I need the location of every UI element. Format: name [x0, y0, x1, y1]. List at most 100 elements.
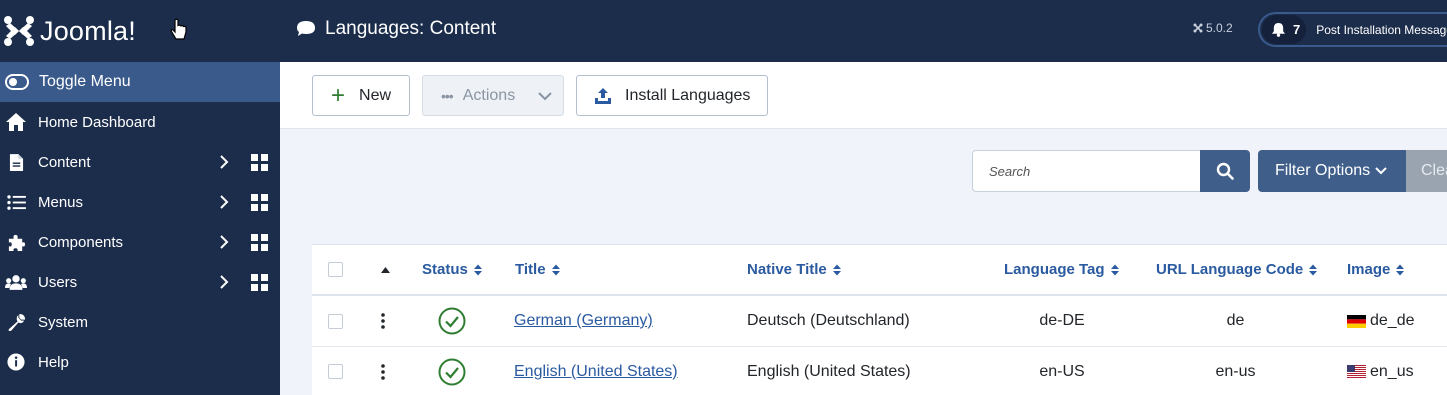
ordering-column-header[interactable]	[380, 245, 391, 294]
sort-icon	[1396, 264, 1405, 275]
sidebar-item-label: Content	[38, 153, 91, 171]
column-header-image[interactable]: Image	[1347, 245, 1405, 294]
search-button[interactable]	[1200, 150, 1250, 192]
list-icon	[5, 192, 27, 212]
toolbar: + New ••• Actions Install Languages	[280, 62, 1447, 129]
dashboard-grid-icon[interactable]	[251, 194, 268, 211]
upload-icon	[595, 87, 611, 104]
language-tag-cell: de-DE	[1039, 312, 1085, 329]
native-title-cell: English (United States)	[747, 362, 911, 380]
search-icon	[1216, 162, 1234, 180]
table-row: English (United States) English (United …	[312, 347, 1447, 395]
drag-handle[interactable]	[381, 296, 385, 346]
page-title: Languages: Content	[296, 18, 496, 40]
home-icon	[5, 112, 27, 132]
version-text: 5.0.2	[1206, 21, 1233, 35]
sidebar-item-label: Home Dashboard	[38, 113, 156, 131]
ellipsis-icon: •••	[441, 87, 454, 104]
url-code-cell: de	[1226, 312, 1245, 329]
dashboard-grid-icon[interactable]	[251, 274, 268, 291]
column-header-url-language-code[interactable]: URL Language Code	[1156, 245, 1318, 294]
chevron-down-icon	[538, 92, 552, 101]
dashboard-grid-icon[interactable]	[251, 234, 268, 251]
actions-label: Actions	[462, 86, 516, 104]
sidebar-item-content[interactable]: Content	[0, 142, 280, 182]
chevron-right-icon[interactable]	[218, 235, 230, 249]
users-icon	[5, 272, 27, 292]
dashboard-grid-icon[interactable]	[251, 154, 268, 171]
sidebar-item-help[interactable]: Help	[0, 342, 280, 382]
url-code-cell: en-us	[1215, 362, 1256, 380]
sidebar-item-label: System	[38, 313, 89, 331]
image-cell: en_us	[1347, 347, 1414, 395]
sidebar-item-components[interactable]: Components	[0, 222, 280, 262]
new-button[interactable]: + New	[312, 75, 410, 116]
version-badge: 5.0.2	[1193, 21, 1233, 35]
select-all-checkbox[interactable]	[328, 262, 343, 277]
check-circle-icon	[438, 358, 466, 385]
language-title-link[interactable]: English (United States)	[514, 363, 678, 381]
toggle-icon	[5, 74, 29, 90]
sort-icon	[1110, 264, 1119, 275]
chevron-right-icon[interactable]	[218, 275, 230, 289]
filter-options-label: Filter Options	[1275, 162, 1371, 179]
native-title-cell: Deutsch (Deutschland)	[747, 312, 910, 329]
joomla-small-icon	[1193, 23, 1203, 33]
chevron-right-icon[interactable]	[218, 195, 230, 209]
language-title-link[interactable]: German (Germany)	[514, 312, 653, 330]
notification-pill: 7	[1262, 15, 1307, 44]
select-all-checkbox-cell	[328, 245, 343, 294]
plus-icon: +	[331, 81, 346, 109]
sort-icon	[473, 264, 482, 275]
actions-dropdown[interactable]: ••• Actions	[422, 75, 564, 116]
drag-handle[interactable]	[381, 347, 385, 395]
install-languages-label: Install Languages	[625, 86, 751, 104]
flag-usa-icon	[1347, 365, 1366, 378]
caret-up-icon	[381, 266, 390, 273]
chevron-right-icon[interactable]	[218, 155, 230, 169]
sidebar-item-menus[interactable]: Menus	[0, 182, 280, 222]
post-installation-messages-button[interactable]: 7 Post Installation Messages	[1258, 12, 1447, 47]
filter-options-button[interactable]: Filter Options	[1258, 150, 1406, 192]
clear-button[interactable]: Clear	[1406, 150, 1447, 192]
sidebar-item-label: Users	[38, 273, 78, 291]
status-toggle[interactable]	[438, 347, 466, 395]
column-header-status[interactable]: Status	[422, 245, 483, 294]
sidebar: Joomla! Toggle Menu Home Dashboard Conte…	[0, 0, 280, 395]
image-code: de_de	[1370, 312, 1415, 329]
status-toggle[interactable]	[438, 296, 466, 346]
column-header-title[interactable]: Title	[515, 245, 561, 294]
install-languages-button[interactable]: Install Languages	[576, 75, 768, 116]
flag-germany-icon	[1347, 314, 1366, 328]
kebab-icon	[381, 313, 385, 329]
table-header-row: Status Title Native Title Language Tag U…	[312, 245, 1447, 296]
sidebar-item-users[interactable]: Users	[0, 262, 280, 302]
brand[interactable]: Joomla!	[0, 0, 280, 62]
sidebar-item-system[interactable]: System	[0, 302, 280, 342]
column-header-label: URL Language Code	[1156, 261, 1304, 278]
comment-icon	[297, 21, 315, 36]
sort-icon	[1309, 264, 1318, 275]
info-icon	[5, 352, 27, 372]
column-header-label: Status	[422, 261, 468, 278]
row-checkbox[interactable]	[328, 313, 343, 329]
title-cell: German (Germany)	[514, 296, 653, 346]
file-icon	[5, 152, 27, 172]
sidebar-item-home-dashboard[interactable]: Home Dashboard	[0, 102, 280, 142]
check-circle-icon	[438, 307, 466, 335]
search-input[interactable]: Search	[972, 150, 1201, 192]
column-header-language-tag[interactable]: Language Tag	[1004, 245, 1120, 294]
title-cell: English (United States)	[514, 347, 678, 395]
column-header-native-title[interactable]: Native Title	[747, 245, 842, 294]
toggle-menu-button[interactable]: Toggle Menu	[0, 62, 280, 102]
row-checkbox-cell	[328, 296, 343, 346]
notification-count: 7	[1293, 22, 1301, 37]
row-checkbox[interactable]	[328, 364, 343, 379]
column-header-label: Native Title	[747, 261, 827, 278]
column-header-label: Image	[1347, 261, 1391, 278]
image-code: en_us	[1370, 362, 1414, 380]
new-button-label: New	[359, 86, 392, 104]
language-tag-cell: en-US	[1039, 362, 1085, 380]
kebab-icon	[381, 363, 385, 380]
toggle-menu-label: Toggle Menu	[39, 73, 131, 90]
